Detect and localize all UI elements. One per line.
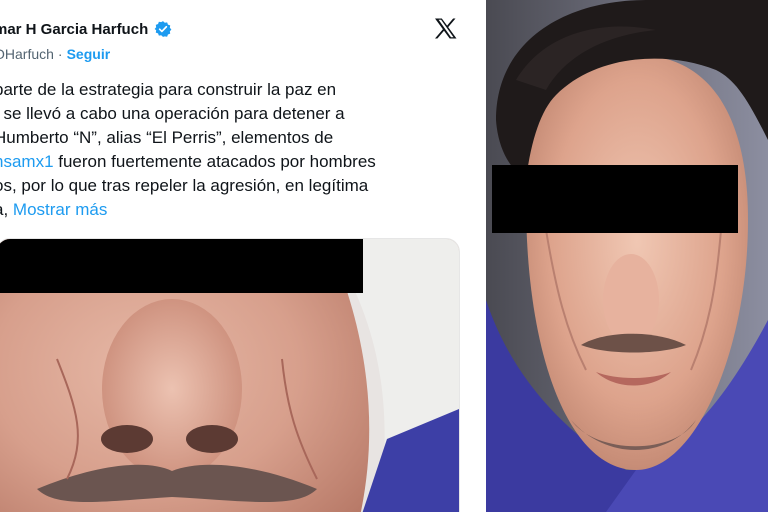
tweet-media-photo[interactable] — [0, 238, 460, 512]
face-portrait-image — [486, 0, 768, 512]
tweet-text-line: nsamx1 fueron fuertemente atacados por h… — [0, 150, 474, 174]
tweet-text-line: parte de la estrategia para construir la… — [0, 80, 337, 99]
x-logo-icon[interactable] — [434, 18, 460, 42]
author-handle[interactable]: OHarfuch — [0, 46, 54, 62]
verified-badge-icon — [154, 20, 172, 38]
handle-row: OHarfuch·Seguir — [0, 46, 110, 62]
tweet-card: mar H Garcia Harfuch OHarfuch·Seguir par… — [0, 0, 476, 512]
tweet-text-fragment: fueron fuertemente atacados por hombres — [53, 152, 376, 171]
show-more-link[interactable]: Mostrar más — [13, 200, 107, 219]
tweet-text-line: Humberto “N”, alias “El Perris”, element… — [0, 128, 334, 147]
mention-link[interactable]: nsamx1 — [0, 152, 54, 171]
censor-bar — [0, 239, 363, 293]
tweet-text-line: , se llevó a cabo una operación para det… — [0, 104, 345, 123]
tweet-text-line: os, por lo que tras repeler la agresión,… — [0, 176, 369, 195]
tweet-text-fragment: a, — [0, 200, 9, 219]
censor-bar — [492, 165, 738, 233]
suspect-photo — [486, 0, 768, 512]
tweet-text-line: a, Mostrar más — [0, 198, 474, 222]
tweet-text: parte de la estrategia para construir la… — [0, 78, 474, 222]
follow-button[interactable]: Seguir — [67, 46, 111, 62]
separator-dot: · — [57, 46, 63, 62]
author-row: mar H Garcia Harfuch — [0, 20, 172, 38]
author-name[interactable]: mar H Garcia Harfuch — [0, 21, 148, 38]
divider — [476, 0, 486, 512]
